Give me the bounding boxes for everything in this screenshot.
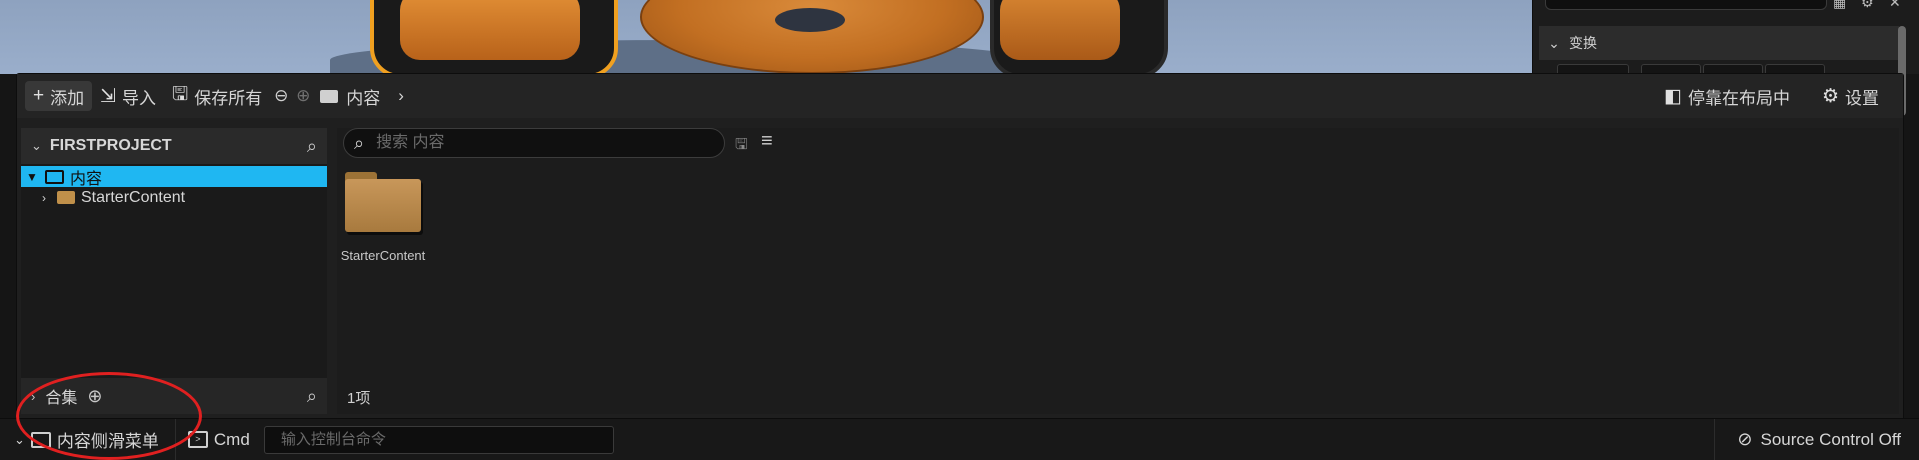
folder-icon: [320, 89, 339, 103]
breadcrumb-content[interactable]: 内容: [346, 84, 380, 109]
console-command-field[interactable]: [263, 425, 614, 454]
cmd-label: Cmd: [213, 429, 250, 449]
level-viewport[interactable]: [0, 0, 1532, 74]
chevron-down-icon: ⌄: [1548, 34, 1560, 51]
tree-item-label: StarterContent: [81, 188, 186, 206]
plus-icon: +: [33, 85, 45, 106]
search-icon: ⌕: [354, 132, 365, 153]
content-browser: + 添加 ⇲ 导入 🖫 保存所有 ⊖ ⊕ 内容 › ◧ 停靠在布局中 ⚙ 设置: [16, 73, 1904, 419]
chevron-down-icon: ⌄: [31, 138, 42, 153]
forward-icon[interactable]: ⊕: [292, 85, 314, 107]
table-center: [775, 8, 845, 32]
details-panel: ▦ ⚙ ✕ ⌄ 变换: [1532, 0, 1919, 80]
dock-icon: ◧: [1664, 85, 1682, 107]
tree-item-content[interactable]: ▼ 内容: [21, 166, 327, 188]
project-header[interactable]: ⌄ FIRSTPROJECT ⌕: [21, 128, 327, 164]
tree-item-label: 内容: [70, 170, 103, 188]
chair-right-seat: [1000, 0, 1120, 60]
source-control-label: Source Control Off: [1760, 429, 1901, 449]
back-icon[interactable]: ⊖: [270, 85, 292, 107]
add-button-label: 添加: [50, 88, 85, 108]
asset-tile[interactable]: StarterContent: [341, 172, 435, 263]
save-all-button-label: 保存所有: [194, 88, 263, 108]
save-all-button[interactable]: 🖫 保存所有: [164, 81, 270, 111]
asset-search-box[interactable]: ⌕: [343, 128, 725, 158]
chevron-right-icon[interactable]: ›: [37, 191, 51, 205]
transform-section-label: 变换: [1569, 35, 1597, 51]
content-browser-toolbar: + 添加 ⇲ 导入 🖫 保存所有 ⊖ ⊕ 内容 › ◧ 停靠在布局中 ⚙ 设置: [17, 74, 1903, 118]
import-button-label: 导入: [122, 88, 157, 108]
import-button[interactable]: ⇲ 导入: [92, 81, 164, 111]
sources-panel: ⌄ FIRSTPROJECT ⌕ ▼ 内容 › StarterContent ›…: [21, 128, 327, 414]
more-icon[interactable]: ✕: [1889, 0, 1903, 10]
chevron-right-icon[interactable]: ›: [398, 86, 404, 106]
annotation-highlight-ellipse: [16, 372, 202, 460]
asset-view: ⌕ 🖫 ≡ StarterContent 1项: [337, 128, 1899, 414]
item-count: 1项: [347, 390, 371, 407]
grid-icon[interactable]: ▦: [1833, 0, 1847, 10]
settings-button-label: 设置: [1845, 88, 1879, 108]
dock-button-label: 停靠在布局中: [1687, 88, 1790, 108]
folder-tree: ▼ 内容 › StarterContent: [21, 164, 327, 208]
search-icon[interactable]: ⌕: [307, 136, 317, 157]
search-icon[interactable]: ⌕: [307, 386, 317, 407]
import-icon: ⇲: [100, 85, 117, 107]
folder-icon: [57, 191, 75, 204]
filter-icon[interactable]: ≡: [761, 130, 773, 153]
console-command-input[interactable]: [278, 430, 599, 449]
folder-icon: [345, 172, 421, 232]
details-search-input[interactable]: [1545, 0, 1827, 10]
asset-search-input[interactable]: [374, 133, 699, 153]
chair-left-seat: [400, 0, 580, 60]
breadcrumb[interactable]: 内容 ›: [320, 84, 404, 109]
tree-item-startercontent[interactable]: › StarterContent: [21, 187, 327, 208]
add-button[interactable]: + 添加: [25, 81, 93, 111]
gear-icon: ⚙: [1821, 85, 1839, 107]
save-search-icon[interactable]: 🖫: [735, 134, 748, 159]
open-folder-icon: [45, 169, 64, 184]
status-bar: ⌄ 内容侧滑菜单 > Cmd ⊘ Source Control Off: [0, 418, 1919, 460]
save-icon: 🖫: [172, 84, 189, 105]
project-title: FIRSTPROJECT: [49, 137, 172, 154]
transform-section-header[interactable]: ⌄ 变换: [1539, 26, 1899, 60]
cmd-button[interactable]: > Cmd: [187, 429, 250, 450]
asset-name: StarterContent: [340, 248, 426, 263]
gear-icon[interactable]: ⚙: [1861, 0, 1875, 10]
source-control-button[interactable]: ⊘ Source Control Off: [1714, 419, 1901, 460]
prohibited-icon: ⊘: [1737, 429, 1753, 449]
chevron-down-icon[interactable]: ▼: [25, 170, 39, 184]
dock-in-layout-button[interactable]: ◧ 停靠在布局中: [1656, 81, 1798, 111]
settings-button[interactable]: ⚙ 设置: [1814, 81, 1887, 111]
